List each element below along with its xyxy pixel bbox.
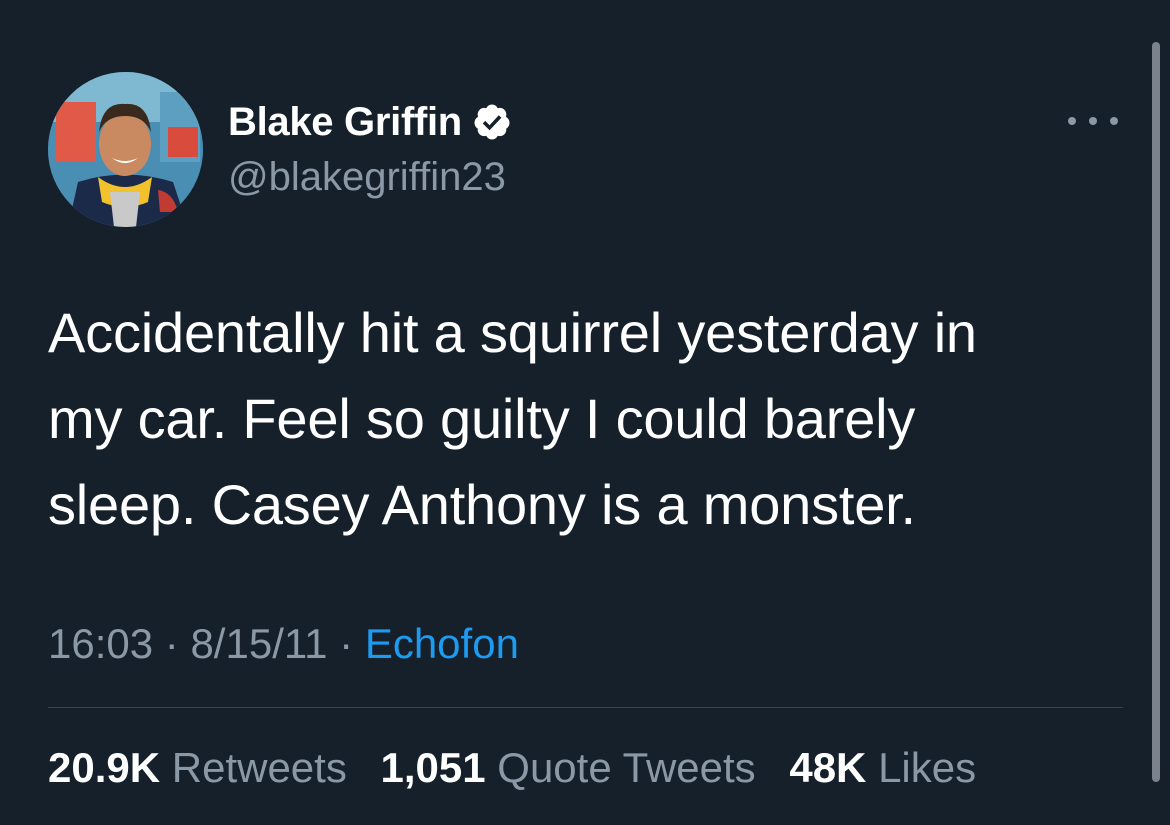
likes-count: 48K [789, 744, 867, 791]
tweet-detail: Blake Griffin @blakegriffin23 Accidental… [0, 0, 1170, 825]
more-options-button[interactable] [1068, 106, 1118, 136]
scrollbar[interactable] [1152, 42, 1160, 782]
tweet-text-line: Accidentally hit a squirrel yesterday in [48, 301, 977, 364]
more-options-icon-dot [1110, 117, 1118, 125]
meta-separator: · [164, 620, 179, 667]
quote-tweets-label: Quote Tweets [497, 744, 756, 791]
tweet-text: Accidentally hit a squirrel yesterday in… [48, 290, 1138, 548]
likes-label: Likes [878, 744, 977, 791]
retweets-stat[interactable]: 20.9K Retweets [48, 742, 347, 794]
retweets-label: Retweets [171, 744, 347, 791]
tweet-time[interactable]: 16:03 [48, 620, 153, 667]
more-options-icon [1068, 117, 1076, 125]
display-name[interactable]: Blake Griffin [228, 98, 462, 146]
author-handle[interactable]: @blakegriffin23 [228, 153, 506, 201]
verified-badge-icon [472, 102, 512, 142]
quote-tweets-stat[interactable]: 1,051 Quote Tweets [381, 742, 756, 794]
tweet-source-link[interactable]: Echofon [365, 620, 519, 667]
likes-stat[interactable]: 48K Likes [789, 742, 976, 794]
divider [48, 707, 1123, 708]
tweet-meta: 16:03 · 8/15/11 · Echofon [48, 618, 519, 670]
tweet-text-line: my car. Feel so guilty I could barely [48, 387, 916, 450]
author-name-row[interactable]: Blake Griffin [228, 98, 512, 146]
retweets-count: 20.9K [48, 744, 161, 791]
tweet-date[interactable]: 8/15/11 [190, 620, 327, 667]
more-options-icon-dot [1089, 117, 1097, 125]
quote-tweets-count: 1,051 [380, 744, 486, 791]
tweet-stats: 20.9K Retweets 1,051 Quote Tweets 48K Li… [48, 742, 998, 794]
profile-photo [48, 72, 203, 227]
avatar[interactable] [48, 72, 203, 227]
tweet-text-line: sleep. Casey Anthony is a monster. [48, 473, 916, 536]
meta-separator: · [339, 620, 354, 667]
